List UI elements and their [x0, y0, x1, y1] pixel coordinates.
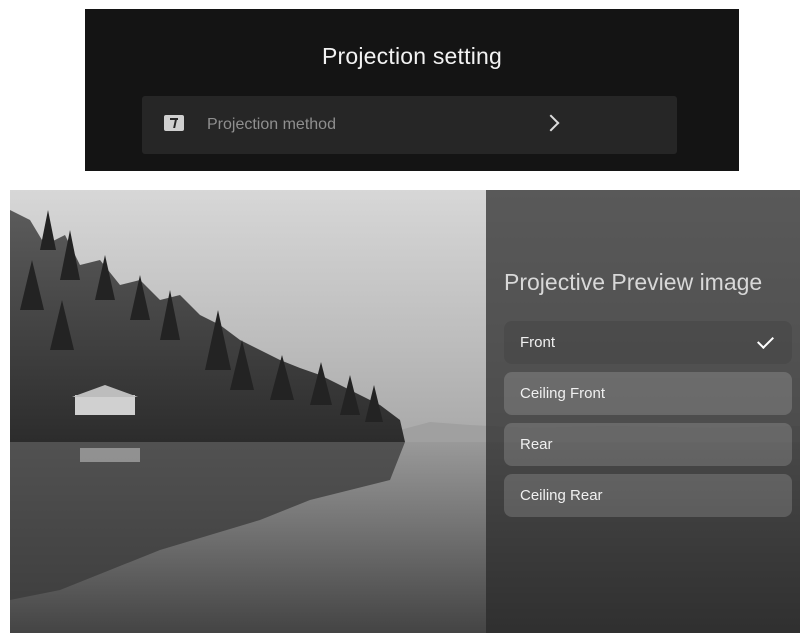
option-label: Rear [520, 436, 553, 453]
projection-setting-title: Projection setting [321, 43, 503, 69]
projection-setting-panel: Projection setting Projection method [85, 9, 739, 171]
preview-options-panel: Projective Preview image Front Ceiling F… [486, 190, 800, 633]
option-ceiling-rear[interactable]: Ceiling Rear [504, 474, 792, 517]
preview-panel-title: Projective Preview image [504, 269, 763, 295]
projective-preview-screen: Projective Preview image Front Ceiling F… [10, 190, 800, 633]
projection-method-icon [164, 115, 184, 131]
projection-method-label: Projection method [207, 116, 336, 133]
option-label: Ceiling Rear [520, 487, 603, 504]
checkmark-icon [757, 332, 774, 349]
option-front[interactable]: Front [504, 321, 792, 364]
projection-method-item[interactable]: Projection method [142, 96, 677, 154]
option-label: Ceiling Front [520, 385, 606, 402]
option-label: Front [520, 334, 556, 351]
chevron-right-icon [542, 114, 560, 132]
option-ceiling-front[interactable]: Ceiling Front [504, 372, 792, 415]
option-rear[interactable]: Rear [504, 423, 792, 466]
